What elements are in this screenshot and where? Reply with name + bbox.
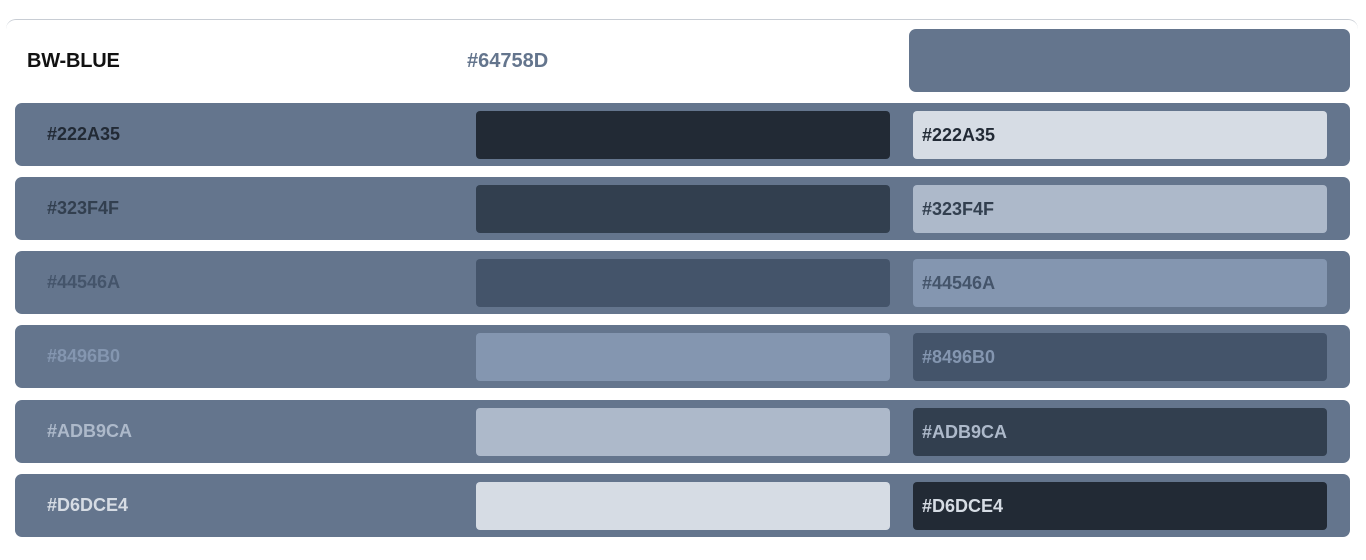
contrast-chip[interactable]: #ADB9CA xyxy=(913,408,1327,456)
contrast-chip-label: #8496B0 xyxy=(922,347,996,367)
base-hex-label[interactable]: #64758D xyxy=(467,50,548,73)
contrast-chip[interactable]: #323F4F xyxy=(913,185,1327,233)
contrast-chip-label: #D6DCE4 xyxy=(922,496,1004,516)
contrast-chip[interactable]: #D6DCE4 xyxy=(913,482,1327,530)
shade-hex-label[interactable]: #D6DCE4 xyxy=(47,495,128,516)
shade-hex-label[interactable]: #ADB9CA xyxy=(47,421,132,442)
shade-swatch[interactable] xyxy=(476,482,890,530)
base-color-swatch[interactable] xyxy=(909,29,1350,92)
shade-swatch[interactable] xyxy=(476,185,890,233)
shade-hex-label[interactable]: #44546A xyxy=(47,272,120,293)
contrast-chip-label: #222A35 xyxy=(922,125,996,145)
shade-row: #ADB9CA #ADB9CA xyxy=(15,400,1350,463)
palette-header: BW-BLUE #64758D xyxy=(0,0,1366,100)
shade-row: #D6DCE4 #D6DCE4 xyxy=(15,474,1350,537)
shade-swatch[interactable] xyxy=(476,111,890,159)
shade-swatch[interactable] xyxy=(476,408,890,456)
contrast-chip-label: #ADB9CA xyxy=(922,422,1008,442)
contrast-chip-label: #323F4F xyxy=(922,199,995,219)
contrast-chip[interactable]: #222A35 xyxy=(913,111,1327,159)
shade-hex-label[interactable]: #323F4F xyxy=(47,198,119,219)
contrast-chip[interactable]: #44546A xyxy=(913,259,1327,307)
shade-row: #323F4F #323F4F xyxy=(15,177,1350,240)
shade-row: #222A35 #222A35 xyxy=(15,103,1350,166)
shade-hex-label[interactable]: #222A35 xyxy=(47,124,120,145)
contrast-chip-label: #44546A xyxy=(922,273,996,293)
contrast-chip[interactable]: #8496B0 xyxy=(913,333,1327,381)
shade-row: #44546A #44546A xyxy=(15,251,1350,314)
shade-swatch[interactable] xyxy=(476,333,890,381)
palette-name: BW-BLUE xyxy=(27,50,120,72)
shade-row: #8496B0 #8496B0 xyxy=(15,325,1350,388)
shade-hex-label[interactable]: #8496B0 xyxy=(47,346,120,367)
shade-swatch[interactable] xyxy=(476,259,890,307)
